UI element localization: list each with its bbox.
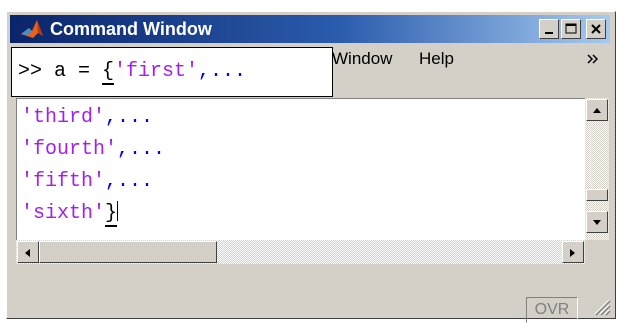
horizontal-scroll-thumb[interactable] [39,241,217,263]
code-string: 'sixth' [21,202,106,225]
tooltip-string: 'first' [114,60,199,83]
window-title: Command Window [50,19,212,39]
close-icon [591,24,601,34]
code-string: 'third' [21,106,106,129]
horizontal-scrollbar[interactable] [16,240,585,264]
menu-window[interactable]: Window [332,49,392,69]
scroll-up-button[interactable] [586,99,608,121]
status-bar: OVR [10,277,610,323]
code-continuation: ,... [105,170,154,193]
arrow-up-icon [593,108,601,113]
minimize-button[interactable] [539,19,559,39]
arrow-right-icon [570,249,575,257]
code-line: 'fourth',... [21,137,165,163]
text-cursor [117,201,119,221]
chevron-double-right-icon[interactable] [586,51,600,65]
code-string: 'fifth' [21,170,106,193]
code-continuation: ,... [117,138,166,161]
code-continuation: ,... [105,106,154,129]
title-bar[interactable]: Command Window [10,15,610,43]
code-line: 'fifth',... [21,169,153,195]
arrow-left-icon [25,249,30,257]
matlab-logo-icon [21,20,43,38]
code-line: 'third',... [21,105,153,131]
menu-help[interactable]: Help [419,49,454,69]
minimize-icon [545,32,553,34]
resize-grip-icon[interactable] [589,294,611,316]
scroll-left-button[interactable] [17,241,39,263]
overwrite-mode-indicator: OVR [526,297,578,323]
opening-brace: { [102,60,115,85]
close-button[interactable] [586,19,606,39]
closing-brace: } [105,202,118,227]
vertical-scrollbar[interactable] [585,98,609,240]
scroll-down-button[interactable] [586,211,608,233]
vertical-scroll-thumb[interactable] [586,189,608,201]
scroll-right-button[interactable] [562,241,584,263]
command-editor[interactable]: 'third',... 'fourth',... 'fifth',... 'si… [16,98,585,240]
function-hint-tooltip: >> a = {'first',... [11,47,333,97]
tooltip-continuation: ,... [198,60,247,83]
code-line: 'sixth'} [21,201,119,227]
arrow-down-icon [593,220,601,225]
command-prompt: >> a = [18,60,103,83]
maximize-icon [565,23,577,34]
code-string: 'fourth' [21,138,118,161]
maximize-button[interactable] [561,19,581,39]
